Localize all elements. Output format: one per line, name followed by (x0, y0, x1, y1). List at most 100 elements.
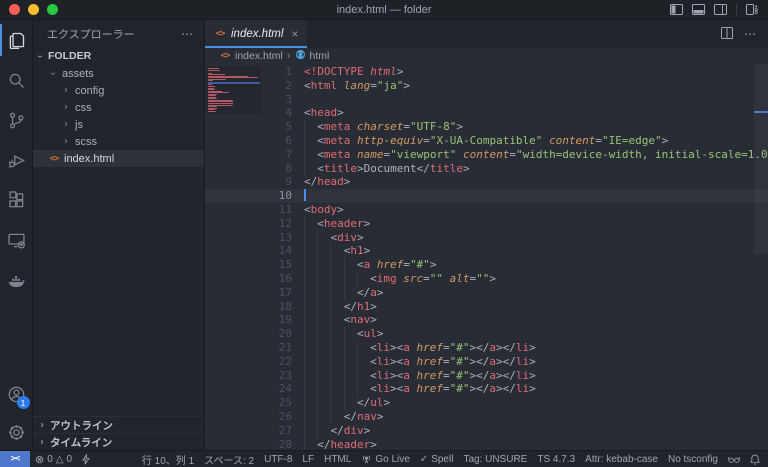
tree-item-config[interactable]: ›config (33, 82, 204, 99)
lightning-bolt-icon (82, 454, 90, 465)
toggle-panel-icon[interactable] (692, 4, 705, 15)
attr-case-button[interactable]: Attr: kebab-case (580, 451, 663, 467)
line-content: </h1> (292, 300, 377, 314)
search-icon[interactable] (0, 60, 33, 100)
code-line-4[interactable]: 4<head> (205, 106, 768, 120)
typescript-version-button[interactable]: TS 4.7.3 (532, 451, 580, 467)
code-line-25[interactable]: 25</ul> (205, 396, 768, 410)
code-line-23[interactable]: 23<li><a href="#"></a></li> (205, 369, 768, 383)
code-line-1[interactable]: 1<!DOCTYPE html> (205, 65, 768, 79)
breadcrumb: <> index.html › html (205, 48, 768, 64)
eol-button[interactable]: LF (297, 451, 319, 467)
code-line-9[interactable]: 9</head> (205, 175, 768, 189)
folder-section-header[interactable]: › FOLDER (33, 47, 204, 65)
code-line-6[interactable]: 6<meta http-equiv="X-UA-Compatible" cont… (205, 134, 768, 148)
tab-index-html[interactable]: <> index.html × (205, 20, 307, 48)
indentation-button[interactable]: スペース: 2 (199, 451, 259, 467)
tree-item-js[interactable]: ›js (33, 116, 204, 133)
tag-case-button[interactable]: Tag: UNSURE (458, 451, 532, 467)
code-line-14[interactable]: 14<h1> (205, 244, 768, 258)
line-content: </div> (292, 424, 370, 438)
chevron-right-icon: › (61, 102, 71, 113)
code-editor[interactable]: 1<!DOCTYPE html>2<html lang="ja">34<head… (205, 64, 768, 450)
code-line-20[interactable]: 20<ul> (205, 327, 768, 341)
explorer-icon[interactable] (0, 20, 33, 60)
tree-item-index-html[interactable]: <>index.html (33, 150, 204, 167)
code-line-17[interactable]: 17</a> (205, 286, 768, 300)
code-line-18[interactable]: 18</h1> (205, 300, 768, 314)
code-line-2[interactable]: 2<html lang="ja"> (205, 79, 768, 93)
cursor-position-button[interactable]: 行 10、列 1 (137, 451, 199, 467)
code-line-19[interactable]: 19<nav> (205, 313, 768, 327)
check-icon: ✓ (420, 454, 428, 465)
line-content: <a href="#"> (292, 258, 436, 272)
explorer-more-actions-icon[interactable]: ⋯ (181, 27, 194, 41)
editor-more-actions-icon[interactable]: ⋯ (744, 27, 756, 41)
breadcrumb-file[interactable]: <> index.html (219, 50, 283, 62)
feedback-button[interactable] (723, 451, 745, 467)
code-line-16[interactable]: 16<img src="" alt=""> (205, 272, 768, 286)
code-line-28[interactable]: 28</header> (205, 438, 768, 450)
line-content (292, 93, 304, 107)
code-line-10[interactable]: 10 (205, 189, 768, 203)
editor-scrollbar[interactable] (754, 64, 768, 254)
problems-button[interactable]: ⊗ 0 △ 0 (30, 451, 77, 467)
minimap[interactable] (207, 66, 261, 114)
source-control-icon[interactable] (0, 100, 33, 140)
extensions-icon[interactable] (0, 180, 33, 220)
code-line-26[interactable]: 26</nav> (205, 410, 768, 424)
line-number: 6 (205, 134, 292, 148)
code-line-15[interactable]: 15<a href="#"> (205, 258, 768, 272)
timeline-section-header[interactable]: › タイムライン (33, 433, 204, 450)
tsconfig-button[interactable]: No tsconfig (663, 451, 723, 467)
code-line-5[interactable]: 5<meta charset="UTF-8"> (205, 120, 768, 134)
go-live-button[interactable]: Go Live (356, 451, 414, 467)
line-number: 20 (205, 327, 292, 341)
accounts-icon[interactable]: 1 (0, 374, 33, 414)
close-window-button[interactable] (9, 4, 20, 15)
split-editor-icon[interactable] (721, 27, 733, 42)
code-line-3[interactable]: 3 (205, 93, 768, 107)
code-line-27[interactable]: 27</div> (205, 424, 768, 438)
line-number: 7 (205, 148, 292, 162)
code-line-24[interactable]: 24<li><a href="#"></a></li> (205, 382, 768, 396)
toggle-secondary-sidebar-icon[interactable] (714, 4, 727, 15)
line-content: </ul> (292, 396, 390, 410)
html-file-icon: <> (219, 51, 231, 61)
code-line-21[interactable]: 21<li><a href="#"></a></li> (205, 341, 768, 355)
power-bolt-button[interactable] (77, 451, 95, 467)
code-line-12[interactable]: 12<header> (205, 217, 768, 231)
outline-section-header[interactable]: › アウトライン (33, 416, 204, 433)
language-mode-button[interactable]: HTML (319, 451, 356, 467)
breadcrumb-symbol[interactable]: html (295, 49, 330, 63)
line-content: <meta charset="UTF-8"> (292, 120, 463, 134)
toggle-primary-sidebar-icon[interactable] (670, 4, 683, 15)
tree-item-scss[interactable]: ›scss (33, 133, 204, 150)
settings-gear-icon[interactable] (0, 414, 33, 450)
minimize-window-button[interactable] (28, 4, 39, 15)
code-line-11[interactable]: 11<body> (205, 203, 768, 217)
line-number: 11 (205, 203, 292, 217)
notifications-button[interactable] (745, 451, 768, 467)
chevron-down-icon: › (35, 51, 46, 61)
tree-item-label: config (75, 85, 104, 97)
code-line-22[interactable]: 22<li><a href="#"></a></li> (205, 355, 768, 369)
code-line-7[interactable]: 7<meta name="viewport" content="width=de… (205, 148, 768, 162)
line-number: 26 (205, 410, 292, 424)
docker-icon[interactable] (0, 260, 33, 300)
run-debug-icon[interactable] (0, 140, 33, 180)
tree-item-css[interactable]: ›css (33, 99, 204, 116)
close-tab-icon[interactable]: × (291, 27, 298, 41)
spell-checker-button[interactable]: ✓ Spell (415, 451, 459, 467)
remote-explorer-icon[interactable] (0, 220, 33, 260)
line-content: </a> (292, 286, 383, 300)
remote-indicator-button[interactable]: >< (0, 451, 30, 467)
customize-layout-icon[interactable] (746, 4, 758, 15)
code-line-8[interactable]: 8<title>Document</title> (205, 162, 768, 176)
tree-item-assets[interactable]: ›assets (33, 65, 204, 82)
encoding-button[interactable]: UTF-8 (259, 451, 297, 467)
code-line-13[interactable]: 13<div> (205, 231, 768, 245)
line-number: 5 (205, 120, 292, 134)
zoom-window-button[interactable] (47, 4, 58, 15)
line-content: <li><a href="#"></a></li> (292, 369, 536, 383)
